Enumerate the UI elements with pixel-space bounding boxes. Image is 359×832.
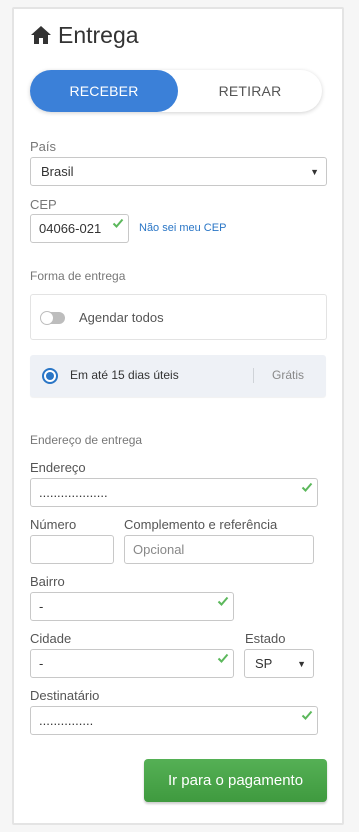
complement-placeholder: Opcional xyxy=(133,542,185,557)
country-label: País xyxy=(30,139,57,154)
state-value: SP xyxy=(255,656,273,671)
receive-button[interactable]: RECEBER xyxy=(30,70,178,112)
schedule-all-box: Agendar todos xyxy=(30,294,327,340)
street-value: ................... xyxy=(39,485,108,500)
delivery-option-text: Em até 15 dias úteis xyxy=(70,368,179,382)
city-input[interactable]: - xyxy=(30,649,234,678)
check-icon xyxy=(217,596,229,606)
radio-button[interactable] xyxy=(42,368,58,384)
schedule-all-toggle[interactable] xyxy=(40,311,65,325)
neighborhood-label: Bairro xyxy=(30,574,65,589)
state-select[interactable]: SP ▼ xyxy=(244,649,314,678)
delivery-option-price: Grátis xyxy=(272,368,305,382)
pickup-button[interactable]: RETIRAR xyxy=(178,70,322,112)
complement-label: Complemento e referência xyxy=(124,517,278,532)
city-label: Cidade xyxy=(30,631,72,646)
city-value: - xyxy=(39,656,44,671)
recipient-label: Destinatário xyxy=(30,688,100,703)
home-icon xyxy=(31,26,51,44)
delivery-mode-toggle: RECEBER RETIRAR xyxy=(30,70,322,112)
section-title: Entrega xyxy=(30,21,139,49)
check-icon xyxy=(112,218,124,228)
delivery-panel: Entrega RECEBER RETIRAR País Brasil ▼ CE… xyxy=(12,7,344,825)
schedule-all-label: Agendar todos xyxy=(79,310,164,325)
page-title: Entrega xyxy=(58,22,139,48)
cep-input[interactable]: 04066-021 xyxy=(30,214,129,243)
recipient-value: ............... xyxy=(39,713,94,728)
radio-dot xyxy=(46,372,54,380)
state-label: Estado xyxy=(245,631,286,646)
chevron-down-icon: ▼ xyxy=(310,166,319,177)
cep-label: CEP xyxy=(30,197,57,212)
delivery-form-label: Forma de entrega xyxy=(30,269,126,283)
delivery-option[interactable]: Em até 15 dias úteis Grátis xyxy=(30,355,326,397)
country-select[interactable]: Brasil ▼ xyxy=(30,157,327,186)
check-icon xyxy=(301,482,313,492)
complement-input[interactable]: Opcional xyxy=(124,535,314,564)
neighborhood-value: - xyxy=(39,599,44,614)
street-label: Endereço xyxy=(30,460,86,475)
street-input[interactable]: ................... xyxy=(30,478,318,507)
divider xyxy=(253,368,254,383)
cep-value: 04066-021 xyxy=(39,221,102,236)
recipient-input[interactable]: ............... xyxy=(30,706,318,735)
neighborhood-input[interactable]: - xyxy=(30,592,234,621)
unknown-cep-link[interactable]: Não sei meu CEP xyxy=(139,222,226,234)
address-section-label: Endereço de entrega xyxy=(30,433,143,447)
country-value: Brasil xyxy=(41,164,74,179)
number-label: Número xyxy=(30,517,77,532)
toggle-knob xyxy=(40,311,54,325)
check-icon xyxy=(217,653,229,663)
go-to-payment-button[interactable]: Ir para o pagamento xyxy=(144,759,327,802)
chevron-down-icon: ▼ xyxy=(297,658,306,669)
check-icon xyxy=(301,710,313,720)
number-input[interactable] xyxy=(30,535,114,564)
